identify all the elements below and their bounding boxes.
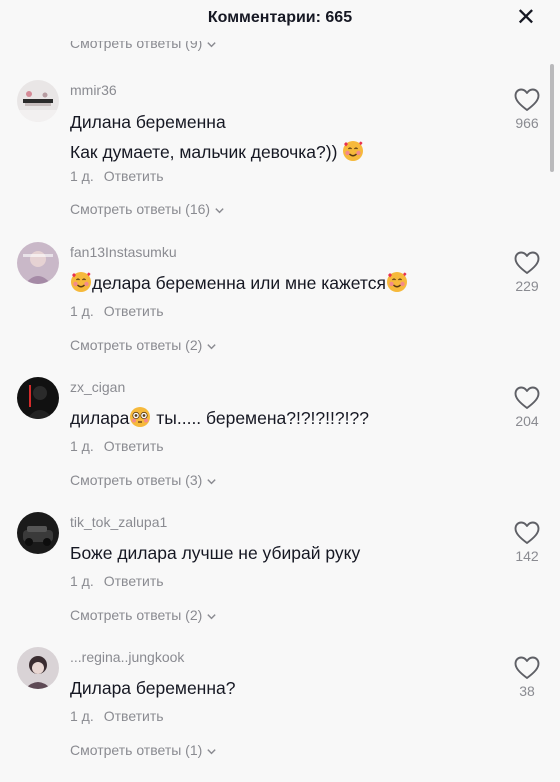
comment-item: zx_cigan дилара ты..... беремена?!?!?!!?… xyxy=(0,377,560,512)
like-count: 38 xyxy=(519,683,535,699)
like-count: 966 xyxy=(515,115,539,131)
avatar[interactable] xyxy=(17,242,59,284)
comment-time: 1 д. xyxy=(70,573,94,589)
comment-line-text: дилара xyxy=(70,408,130,428)
chevron-down-icon xyxy=(207,41,216,48)
smiling-face-with-hearts-icon xyxy=(342,140,364,162)
chevron-down-icon xyxy=(207,478,216,485)
comment-time: 1 д. xyxy=(70,303,94,319)
smiling-face-with-hearts-icon xyxy=(386,271,408,293)
chevron-down-icon xyxy=(207,748,216,755)
reply-button[interactable]: Ответить xyxy=(104,168,164,184)
comment-item: mmir36 Дилана беременна Как думаете, мал… xyxy=(0,80,560,217)
like-button[interactable]: 204 xyxy=(505,385,549,429)
comment-text: Боже дилара лучше не убирай руку xyxy=(70,538,360,568)
view-replies-label: Смотреть ответы (3) xyxy=(70,472,203,488)
comment-line-text: Как думаете, мальчик девочка?)) xyxy=(70,142,338,162)
comment-text: дилара ты..... беремена?!?!?!!?!?? xyxy=(70,403,369,433)
comment-line-text: Дилара беременна? xyxy=(70,678,236,698)
comment-text: Дилана беременна Как думаете, мальчик де… xyxy=(70,107,364,167)
like-count: 229 xyxy=(515,278,539,294)
smiling-face-with-hearts-icon xyxy=(70,271,92,293)
comment-text: делара беременна или мне кажется xyxy=(70,268,408,298)
comment-time: 1 д. xyxy=(70,168,94,184)
username[interactable]: ...regina..jungkook xyxy=(70,649,184,665)
view-replies-label: Смотреть ответы (2) xyxy=(70,337,203,353)
view-replies-label: Смотреть ответы (1) xyxy=(70,742,203,758)
chevron-down-icon xyxy=(215,207,224,214)
comment-item: tik_tok_zalupa1 Боже дилара лучше не уби… xyxy=(0,512,560,647)
comment-time: 1 д. xyxy=(70,708,94,724)
username[interactable]: fan13Instasumku xyxy=(70,244,177,260)
reply-button[interactable]: Ответить xyxy=(104,303,164,319)
view-replies-button[interactable]: Смотреть ответы (16) xyxy=(70,201,225,217)
comment-item: fan13Instasumku делара беременна или мне… xyxy=(0,242,560,377)
heart-outline-icon xyxy=(514,521,540,544)
heart-outline-icon xyxy=(514,656,540,679)
avatar[interactable] xyxy=(17,377,59,419)
comment-item: ...regina..jungkook Дилара беременна? 1 … xyxy=(0,647,560,782)
comment-text: Дилара беременна? xyxy=(70,673,235,703)
chevron-down-icon xyxy=(207,343,216,350)
avatar[interactable] xyxy=(17,80,59,122)
comment-meta: 1 д. Ответить xyxy=(70,303,164,319)
avatar[interactable] xyxy=(17,512,59,554)
reply-button[interactable]: Ответить xyxy=(104,438,164,454)
comment-line-text: ты..... беремена?!?!?!!?!?? xyxy=(151,408,369,428)
flushed-face-icon xyxy=(129,406,151,428)
comment-meta: 1 д. Ответить xyxy=(70,438,164,454)
view-replies-button[interactable]: Смотреть ответы (2) xyxy=(70,607,217,623)
username[interactable]: mmir36 xyxy=(70,82,117,98)
close-icon[interactable]: ✕ xyxy=(516,6,536,30)
chevron-down-icon xyxy=(207,613,216,620)
comment-meta: 1 д. Ответить xyxy=(70,708,164,724)
comment-meta: 1 д. Ответить xyxy=(70,573,164,589)
view-replies-button[interactable]: Смотреть ответы (3) xyxy=(70,472,217,488)
comments-title: Комментарии: 665 xyxy=(207,9,353,26)
comment-line-text: Боже дилара лучше не убирай руку xyxy=(70,543,361,563)
reply-button[interactable]: Ответить xyxy=(104,573,164,589)
like-button[interactable]: 38 xyxy=(505,655,549,699)
avatar[interactable] xyxy=(17,647,59,689)
heart-outline-icon xyxy=(514,88,540,111)
heart-outline-icon xyxy=(514,251,540,274)
like-button[interactable]: 966 xyxy=(505,87,549,131)
heart-outline-icon xyxy=(514,386,540,409)
like-count: 204 xyxy=(515,413,539,429)
like-count: 142 xyxy=(515,548,539,564)
view-replies-button[interactable]: Смотреть ответы (2) xyxy=(70,337,217,353)
comment-meta: 1 д. Ответить xyxy=(70,168,164,184)
username[interactable]: zx_cigan xyxy=(70,379,125,395)
comment-line-2: Как думаете, мальчик девочка?)) xyxy=(70,137,364,167)
reply-button[interactable]: Ответить xyxy=(104,708,164,724)
view-replies-label: Смотреть ответы (16) xyxy=(70,201,211,217)
comment-line-text: делара беременна или мне кажется xyxy=(92,273,386,293)
view-replies-label: Смотреть ответы (2) xyxy=(70,607,203,623)
username[interactable]: tik_tok_zalupa1 xyxy=(70,514,167,530)
comment-time: 1 д. xyxy=(70,438,94,454)
like-button[interactable]: 142 xyxy=(505,520,549,564)
view-replies-button[interactable]: Смотреть ответы (1) xyxy=(70,742,217,758)
like-button[interactable]: 229 xyxy=(505,250,549,294)
comment-line: Дилана беременна xyxy=(70,112,226,132)
comments-header: Комментарии: 665 ✕ xyxy=(0,0,560,38)
